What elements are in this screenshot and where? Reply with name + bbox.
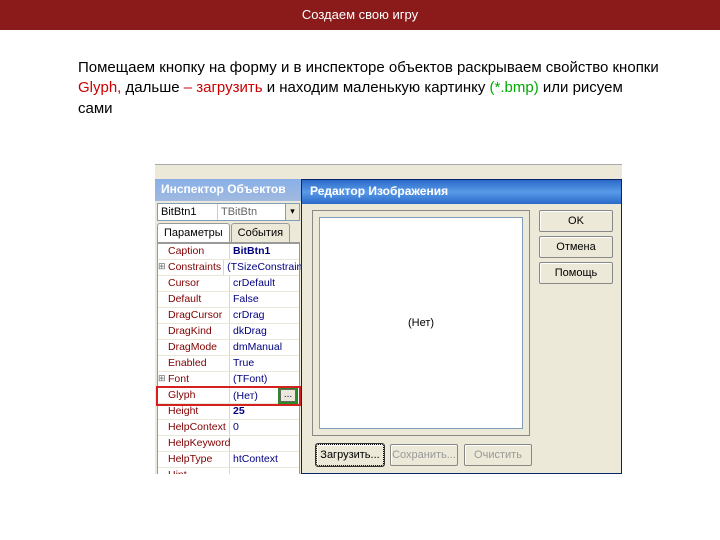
save-button[interactable]: Сохранить... <box>390 444 458 466</box>
property-value[interactable]: crDrag <box>230 308 299 323</box>
property-name: DragCursor <box>158 308 230 323</box>
property-row[interactable]: Glyph(Нет)... <box>158 388 299 404</box>
component-name: BitBtn1 <box>158 204 218 220</box>
property-row[interactable]: HelpTypehtContext <box>158 452 299 468</box>
property-value[interactable]: BitBtn1 <box>230 244 299 259</box>
property-value[interactable]: (TFont) <box>230 372 299 387</box>
property-name: Glyph <box>158 388 230 403</box>
ok-button[interactable]: OK <box>539 210 613 232</box>
load-button[interactable]: Загрузить... <box>316 444 384 466</box>
component-combo[interactable]: BitBtn1 TBitBtn ▾ <box>157 203 300 221</box>
property-name: HelpType <box>158 452 230 467</box>
component-type: TBitBtn <box>218 204 285 220</box>
property-value[interactable]: dmManual <box>230 340 299 355</box>
property-row[interactable]: Hint <box>158 468 299 474</box>
property-name: DragKind <box>158 324 230 339</box>
property-value[interactable]: False <box>230 292 299 307</box>
tab-events[interactable]: События <box>231 223 290 242</box>
property-name: Constraints <box>158 260 224 275</box>
property-value[interactable]: (TSizeConstrain <box>224 260 305 275</box>
dialog-bottom-buttons: Загрузить... Сохранить... Очистить <box>316 444 532 466</box>
property-name: Font <box>158 372 230 387</box>
ellipsis-button[interactable]: ... <box>280 389 296 402</box>
property-row[interactable]: DragModedmManual <box>158 340 299 356</box>
inspector-tabs: Параметры События <box>157 223 300 243</box>
property-name: Enabled <box>158 356 230 371</box>
instruction-text: Помещаем кнопку на форму и в инспекторе … <box>0 30 720 139</box>
property-row[interactable]: Font(TFont) <box>158 372 299 388</box>
property-row[interactable]: DragKinddkDrag <box>158 324 299 340</box>
property-value[interactable] <box>230 436 299 451</box>
property-name: HelpContext <box>158 420 230 435</box>
help-button[interactable]: Помощь <box>539 262 613 284</box>
property-row[interactable]: EnabledTrue <box>158 356 299 372</box>
property-value[interactable]: dkDrag <box>230 324 299 339</box>
image-preview: (Нет) <box>319 217 523 429</box>
property-name: Caption <box>158 244 230 259</box>
image-editor-dialog: Редактор Изображения (Нет) OK Отмена Пом… <box>301 179 622 474</box>
property-value[interactable]: True <box>230 356 299 371</box>
property-name: DragMode <box>158 340 230 355</box>
property-row[interactable]: DefaultFalse <box>158 292 299 308</box>
clear-button[interactable]: Очистить <box>464 444 532 466</box>
property-value[interactable]: htContext <box>230 452 299 467</box>
property-row[interactable]: Height25 <box>158 404 299 420</box>
property-name: Hint <box>158 468 230 474</box>
page-header: Создаем свою игру <box>0 0 720 30</box>
object-inspector: Инспектор Объектов BitBtn1 TBitBtn ▾ Пар… <box>155 179 302 474</box>
inspector-title: Инспектор Объектов <box>155 179 302 201</box>
property-name: Default <box>158 292 230 307</box>
chevron-down-icon[interactable]: ▾ <box>285 204 299 220</box>
header-title: Создаем свою игру <box>302 7 418 22</box>
preview-placeholder: (Нет) <box>408 317 434 329</box>
dialog-title: Редактор Изображения <box>302 180 621 204</box>
screenshot-region: Инспектор Объектов BitBtn1 TBitBtn ▾ Пар… <box>155 164 622 474</box>
property-row[interactable]: Constraints(TSizeConstrain <box>158 260 299 276</box>
tab-properties[interactable]: Параметры <box>157 223 230 242</box>
property-row[interactable]: HelpKeyword <box>158 436 299 452</box>
property-row[interactable]: DragCursorcrDrag <box>158 308 299 324</box>
property-row[interactable]: HelpContext0 <box>158 420 299 436</box>
property-row[interactable]: CaptionBitBtn1 <box>158 244 299 260</box>
property-value[interactable]: 25 <box>230 404 299 419</box>
window-fragment <box>155 165 622 179</box>
dialog-body: (Нет) OK Отмена Помощь Загрузить... Сохр… <box>302 204 621 473</box>
properties-grid: CaptionBitBtn1Constraints(TSizeConstrain… <box>157 243 300 474</box>
property-value[interactable] <box>230 468 299 474</box>
property-name: Height <box>158 404 230 419</box>
image-preview-frame: (Нет) <box>312 210 530 436</box>
property-value[interactable]: crDefault <box>230 276 299 291</box>
property-row[interactable]: CursorcrDefault <box>158 276 299 292</box>
dialog-side-buttons: OK Отмена Помощь <box>539 210 613 288</box>
property-value[interactable]: (Нет)... <box>230 388 299 403</box>
property-name: HelpKeyword <box>158 436 230 451</box>
cancel-button[interactable]: Отмена <box>539 236 613 258</box>
property-value[interactable]: 0 <box>230 420 299 435</box>
property-name: Cursor <box>158 276 230 291</box>
